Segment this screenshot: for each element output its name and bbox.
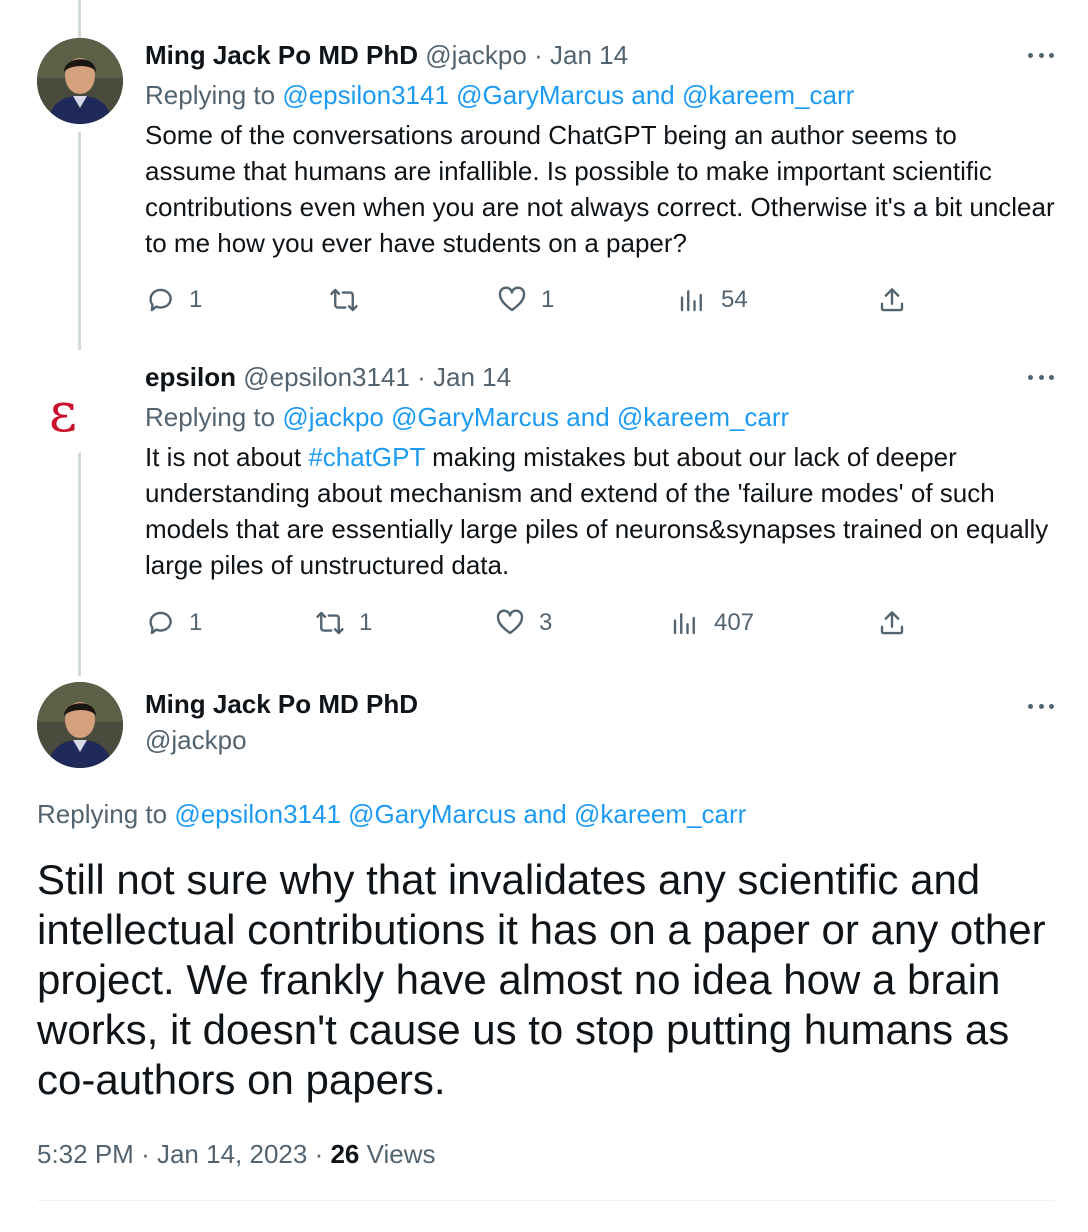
mention-links[interactable]: @jackpo @GaryMarcus and @kareem_carr xyxy=(282,402,789,432)
tweet-date[interactable]: Jan 14 xyxy=(550,40,628,70)
profile-photo xyxy=(37,682,123,768)
share-button[interactable] xyxy=(877,282,907,318)
tweet-text: It is not about #chatGPT making mistakes… xyxy=(145,439,1055,583)
tweet-actions: 1 1 3 407 xyxy=(145,605,915,641)
thread-line-1 xyxy=(78,132,81,350)
replying-to: Replying to @epsilon3141 @GaryMarcus and… xyxy=(37,798,746,830)
main-author-name[interactable]: Ming Jack Po MD PhD xyxy=(145,688,418,720)
tweet-full-date[interactable]: Jan 14, 2023 xyxy=(157,1139,307,1169)
reply-count: 1 xyxy=(189,286,203,313)
replying-prefix: Replying to xyxy=(145,402,276,432)
tweet-text-start: It is not about xyxy=(145,442,309,472)
share-icon xyxy=(880,611,904,635)
like-count: 1 xyxy=(541,286,555,313)
like-button[interactable]: 3 xyxy=(495,605,552,641)
reply-button[interactable]: 1 xyxy=(145,282,202,318)
views-button[interactable]: 407 xyxy=(670,605,754,641)
thread-line-2 xyxy=(78,450,81,676)
author-name[interactable]: Ming Jack Po MD PhD xyxy=(145,689,418,719)
separator: · xyxy=(534,40,543,70)
views-count: 26 xyxy=(330,1139,360,1169)
mention-links[interactable]: @epsilon3141 @GaryMarcus and @kareem_car… xyxy=(174,799,746,829)
more-icon[interactable] xyxy=(1028,373,1054,381)
avatar[interactable]: ε xyxy=(20,370,106,456)
avatar[interactable] xyxy=(37,38,123,124)
thread-line-top xyxy=(78,0,81,40)
more-icon[interactable] xyxy=(1028,702,1054,710)
reply-icon xyxy=(149,288,172,312)
hashtag-link[interactable]: #chatGPT xyxy=(308,442,425,472)
views-label: Views xyxy=(366,1139,436,1169)
tweet-header: epsilon @epsilon3141 · Jan 14 xyxy=(145,361,511,393)
retweet-button[interactable]: 1 xyxy=(315,605,372,641)
share-button[interactable] xyxy=(877,605,907,641)
more-icon[interactable] xyxy=(1028,51,1054,59)
tweet-text: Some of the conversations around ChatGPT… xyxy=(145,120,1055,258)
author-name[interactable]: Ming Jack Po MD PhD xyxy=(145,40,418,70)
avatar[interactable] xyxy=(37,682,123,768)
divider xyxy=(37,1200,1055,1201)
reply-icon xyxy=(149,611,172,635)
main-author-handle[interactable]: @jackpo xyxy=(145,724,247,756)
retweet-icon xyxy=(316,611,344,635)
views-icon xyxy=(680,290,702,312)
author-handle[interactable]: @jackpo xyxy=(425,40,527,70)
replying-prefix: Replying to xyxy=(145,80,276,110)
share-icon xyxy=(880,288,904,312)
replying-prefix: Replying to xyxy=(37,799,168,829)
tweet-time[interactable]: 5:32 PM xyxy=(37,1139,134,1169)
reply-count: 1 xyxy=(189,609,203,636)
tweet-date[interactable]: Jan 14 xyxy=(433,362,511,392)
like-icon xyxy=(496,609,524,635)
like-icon xyxy=(498,286,526,312)
replying-to: Replying to @jackpo @GaryMarcus and @kar… xyxy=(145,401,789,433)
mention-links[interactable]: @epsilon3141 @GaryMarcus and @kareem_car… xyxy=(282,80,854,110)
author-handle[interactable]: @epsilon3141 xyxy=(243,362,410,392)
retweet-count: 1 xyxy=(359,609,373,636)
separator: · xyxy=(141,1139,150,1169)
views-icon xyxy=(673,613,695,635)
separator: · xyxy=(314,1139,324,1169)
separator: · xyxy=(417,362,426,392)
author-name[interactable]: epsilon xyxy=(145,362,236,392)
like-count: 3 xyxy=(539,609,553,636)
tweet-header: Ming Jack Po MD PhD @jackpo · Jan 14 xyxy=(145,39,628,71)
profile-photo xyxy=(37,38,123,124)
retweet-button[interactable] xyxy=(329,282,373,318)
replying-to: Replying to @epsilon3141 @GaryMarcus and… xyxy=(145,79,854,111)
tweet-meta: 5:32 PM · Jan 14, 2023 · 26 Views xyxy=(37,1138,436,1170)
views-count: 407 xyxy=(714,609,755,636)
views-button[interactable]: 54 xyxy=(677,282,748,318)
like-button[interactable]: 1 xyxy=(497,282,554,318)
epsilon-logo-icon: ε xyxy=(49,381,77,444)
retweet-icon xyxy=(330,288,358,312)
main-tweet-text: Still not sure why that invalidates any … xyxy=(37,856,1046,1103)
views-count: 54 xyxy=(721,286,748,313)
tweet-actions: 1 1 54 xyxy=(145,282,915,318)
reply-button[interactable]: 1 xyxy=(145,605,202,641)
